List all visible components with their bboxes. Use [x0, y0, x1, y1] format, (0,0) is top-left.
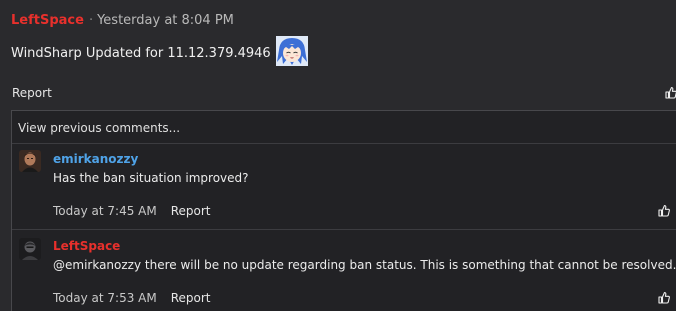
thumbs-up-icon[interactable] — [658, 204, 670, 217]
comment-text: @emirkanozzy there will be no update reg… — [53, 258, 676, 272]
comment-divider — [12, 143, 676, 144]
post-text: WindSharp Updated for 11.12.379.4946 — [11, 45, 271, 61]
thumbs-up-icon[interactable] — [665, 86, 676, 99]
comment-divider — [12, 229, 676, 230]
comments-section: View previous comments... emirkanozzy Ha… — [11, 110, 676, 311]
view-previous-comments-link[interactable]: View previous comments... — [18, 121, 180, 135]
post-author-link[interactable]: LeftSpace — [11, 13, 84, 28]
comment-text: Has the ban situation improved? — [53, 171, 249, 185]
profile-post: LeftSpace · Yesterday at 8:04 PM WindSharp… — [0, 0, 676, 311]
comment-timestamp[interactable]: Today at 7:53 AM — [53, 291, 157, 305]
comment-author-link[interactable]: emirkanozzy — [53, 152, 138, 166]
comment-report-link[interactable]: Report — [171, 204, 211, 218]
post-report-link[interactable]: Report — [12, 86, 52, 100]
comment-timestamp[interactable]: Today at 7:45 AM — [53, 204, 157, 218]
comment-meta: Today at 7:45 AM Report — [53, 204, 211, 218]
comment-meta: Today at 7:53 AM Report — [53, 291, 211, 305]
comment-report-link[interactable]: Report — [171, 291, 211, 305]
anime-smilie-icon — [275, 36, 308, 66]
thumbs-up-icon[interactable] — [658, 291, 670, 304]
comment-author-link[interactable]: LeftSpace — [53, 239, 120, 253]
post-body: WindSharp Updated for 11.12.379.4946 — [11, 36, 308, 66]
avatar[interactable] — [19, 238, 41, 260]
avatar[interactable] — [19, 150, 41, 172]
post-timestamp[interactable]: Yesterday at 8:04 PM — [97, 13, 234, 28]
post-header: LeftSpace · Yesterday at 8:04 PM — [11, 13, 234, 28]
header-separator: · — [88, 13, 94, 28]
